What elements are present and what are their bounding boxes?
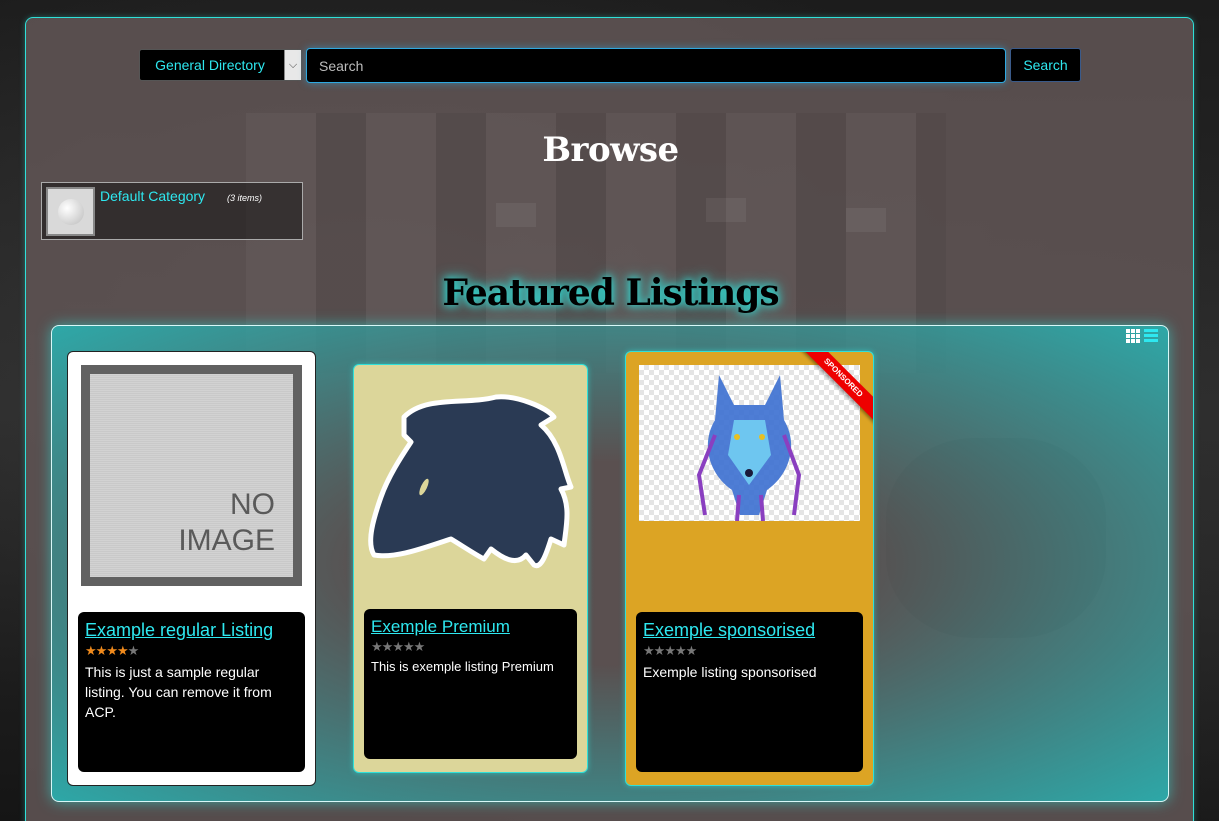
star-empty-icon: ★	[392, 639, 404, 654]
grid-view-icon[interactable]	[1126, 329, 1140, 343]
featured-listings-panel: NO IMAGE Example regular Listing ★★★★★ T…	[51, 325, 1169, 802]
star-empty-icon: ★	[674, 643, 687, 658]
category-link[interactable]: Default Category	[100, 188, 205, 204]
no-image-text-line-1: NO	[230, 488, 275, 521]
featured-listings-heading: Featured Listings	[442, 272, 779, 314]
star-filled-icon: ★	[106, 643, 118, 658]
category-thumbnail[interactable]	[46, 187, 95, 236]
star-empty-icon: ★	[653, 643, 666, 658]
star-empty-icon: ★	[643, 643, 655, 658]
no-image-placeholder[interactable]: NO IMAGE	[81, 365, 302, 586]
star-empty-icon: ★	[413, 639, 426, 654]
listing-description: This is exemple listing Premium	[371, 659, 554, 674]
category-item-count: (3 items)	[227, 193, 263, 203]
wolf-image[interactable]	[639, 365, 860, 522]
star-empty-icon: ★	[381, 639, 394, 654]
star-empty-icon: ★	[402, 639, 415, 654]
listing-title[interactable]: Example regular Listing	[85, 620, 298, 641]
star-rating: ★★★★★	[371, 640, 570, 654]
directory-select-label: General Directory	[155, 57, 265, 73]
search-input[interactable]	[306, 48, 1006, 83]
listing-card-body: Exemple Premium ★★★★★ This is exemple li…	[364, 609, 577, 759]
listing-title[interactable]: Exemple sponsorised	[643, 620, 856, 641]
listing-card-regular[interactable]: NO IMAGE Example regular Listing ★★★★★ T…	[67, 351, 316, 786]
list-view-icon[interactable]	[1144, 329, 1158, 343]
no-image-text-line-2: IMAGE	[178, 524, 275, 557]
view-toggle	[1126, 329, 1158, 343]
star-filled-icon: ★	[95, 643, 108, 658]
listing-title[interactable]: Exemple Premium	[371, 617, 570, 637]
category-item[interactable]: Default Category (3 items)	[41, 182, 303, 240]
browse-heading: Browse	[542, 130, 679, 170]
search-button[interactable]: Search	[1010, 48, 1081, 82]
directory-select[interactable]: General Directory ⌵	[139, 49, 302, 81]
star-rating: ★★★★★	[643, 644, 856, 658]
listing-description: Exemple listing sponsorised	[643, 664, 817, 680]
listing-card-body: Example regular Listing ★★★★★ This is ju…	[78, 612, 305, 772]
star-filled-icon: ★	[116, 643, 129, 658]
listing-card-sponsored[interactable]: SPONSORED Exemple sponsorised ★★★★★ Exem…	[625, 351, 874, 786]
beast-head-image[interactable]	[366, 377, 576, 572]
star-empty-icon: ★	[685, 643, 698, 658]
chevron-down-icon[interactable]: ⌵	[284, 50, 301, 80]
star-rating: ★★★★★	[85, 644, 298, 658]
listing-description: This is just a sample regular listing. Y…	[85, 664, 272, 720]
listing-card-body: Exemple sponsorised ★★★★★ Exemple listin…	[636, 612, 863, 772]
star-filled-icon: ★	[85, 643, 97, 658]
main-panel: General Directory ⌵ Search Browse Defaul…	[25, 17, 1194, 821]
star-empty-icon: ★	[127, 643, 140, 658]
star-empty-icon: ★	[371, 639, 383, 654]
listing-card-premium[interactable]: Exemple Premium ★★★★★ This is exemple li…	[353, 364, 588, 773]
star-empty-icon: ★	[664, 643, 676, 658]
